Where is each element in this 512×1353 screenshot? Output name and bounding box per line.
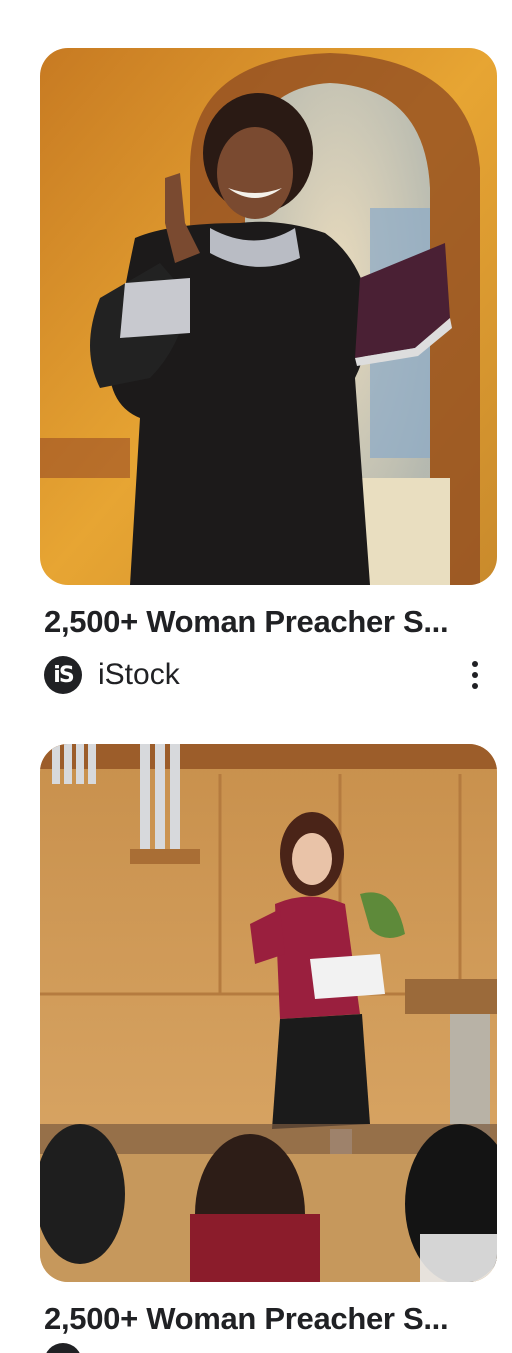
result-image[interactable] — [40, 744, 497, 1282]
result-image[interactable] — [40, 48, 497, 585]
result-title[interactable]: 2,500+ Woman Preacher S... — [40, 603, 497, 641]
result-source-name[interactable]: iStock — [98, 658, 180, 692]
source-logo-icon — [44, 1343, 82, 1353]
result-source-row: iS iStock — [40, 653, 497, 697]
woman-speaking-church-image — [40, 744, 497, 1282]
result-card[interactable]: 2,500+ Woman Preacher S... iS iStock — [40, 48, 497, 697]
result-title[interactable]: 2,500+ Woman Preacher S... — [40, 1300, 497, 1338]
more-options-icon[interactable] — [459, 657, 491, 693]
istock-logo-icon: iS — [44, 656, 82, 694]
woman-preacher-robe-image — [40, 48, 497, 585]
result-card[interactable]: 2,500+ Woman Preacher S... — [40, 744, 497, 1338]
